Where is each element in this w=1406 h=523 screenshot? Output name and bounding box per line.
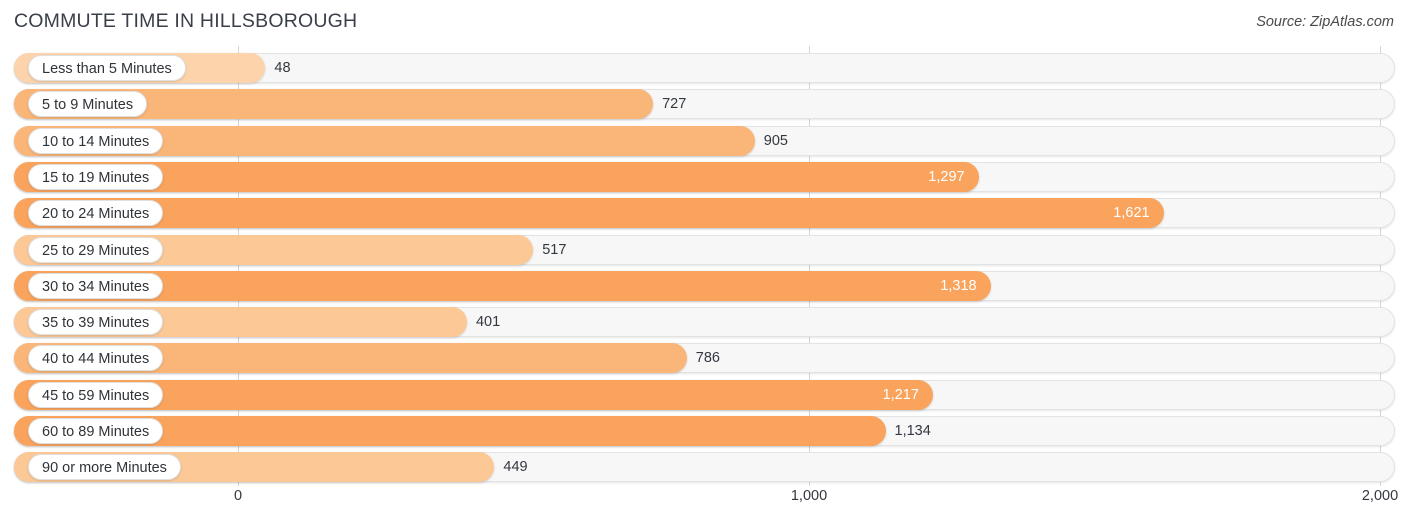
bar-row[interactable]: 15 to 19 Minutes 1,297 [0, 161, 1406, 192]
category-label: 15 to 19 Minutes [28, 163, 164, 190]
bar-row[interactable]: 30 to 34 Minutes 1,318 [0, 270, 1406, 301]
category-label: Less than 5 Minutes [28, 55, 186, 81]
bar-row[interactable]: 90 or more Minutes 449 [0, 452, 1406, 483]
bar-row[interactable]: 20 to 24 Minutes 1,621 [0, 198, 1406, 229]
bar-row[interactable]: 25 to 29 Minutes 517 [0, 234, 1406, 265]
plot-area: Less than 5 Minutes 48 5 to 9 Minutes 727 10… [0, 46, 1406, 486]
bar-row[interactable]: 40 to 44 Minutes 786 [0, 343, 1406, 374]
category-label: 5 to 9 Minutes [28, 91, 148, 118]
bar-value-label: 1,134 [894, 423, 931, 439]
bar-row[interactable]: 60 to 89 Minutes 1,134 [0, 416, 1406, 446]
page-title: COMMUTE TIME IN HILLSBOROUGH [14, 10, 358, 32]
chart-container: COMMUTE TIME IN HILLSBOROUGH Source: Zip… [0, 0, 1406, 523]
bar-value-label: 1,297 [928, 168, 965, 185]
x-axis: 0 1,000 2,000 [0, 488, 1406, 512]
bar-value-label: 1,318 [940, 277, 977, 294]
bar-value-label: 449 [503, 459, 528, 476]
category-label: 25 to 29 Minutes [28, 236, 164, 263]
category-label: 40 to 44 Minutes [28, 345, 164, 372]
bar-value-label: 517 [542, 241, 567, 258]
category-label: 30 to 34 Minutes [28, 272, 164, 299]
bar-value-label: 727 [662, 96, 687, 113]
bar-value-label: 48 [274, 60, 291, 76]
category-label: 35 to 39 Minutes [28, 309, 164, 336]
category-label: 10 to 14 Minutes [28, 127, 164, 154]
bar-fill[interactable] [14, 198, 1164, 229]
bar-value-label: 786 [695, 350, 720, 367]
category-label: 90 or more Minutes [28, 454, 181, 481]
category-label: 45 to 59 Minutes [28, 381, 164, 408]
axis-tick-label: 1,000 [790, 488, 828, 504]
bar-value-label: 905 [763, 132, 788, 149]
bar-value-label: 1,217 [882, 386, 919, 403]
axis-tick-label: 2,000 [1361, 488, 1399, 504]
category-label: 60 to 89 Minutes [28, 418, 164, 444]
bar-row[interactable]: 5 to 9 Minutes 727 [0, 89, 1406, 120]
bar-row[interactable]: 10 to 14 Minutes 905 [0, 125, 1406, 156]
bar-value-label: 401 [475, 314, 501, 331]
bar-row[interactable]: 35 to 39 Minutes 401 [0, 307, 1406, 338]
category-label: 20 to 24 Minutes [28, 200, 164, 227]
axis-tick-label: 0 [233, 488, 243, 504]
bar-row[interactable]: Less than 5 Minutes 48 [0, 53, 1406, 83]
bar-row[interactable]: 45 to 59 Minutes 1,217 [0, 379, 1406, 410]
source-attribution: Source: ZipAtlas.com [1256, 14, 1394, 30]
bar-value-label: 1,621 [1113, 205, 1150, 222]
